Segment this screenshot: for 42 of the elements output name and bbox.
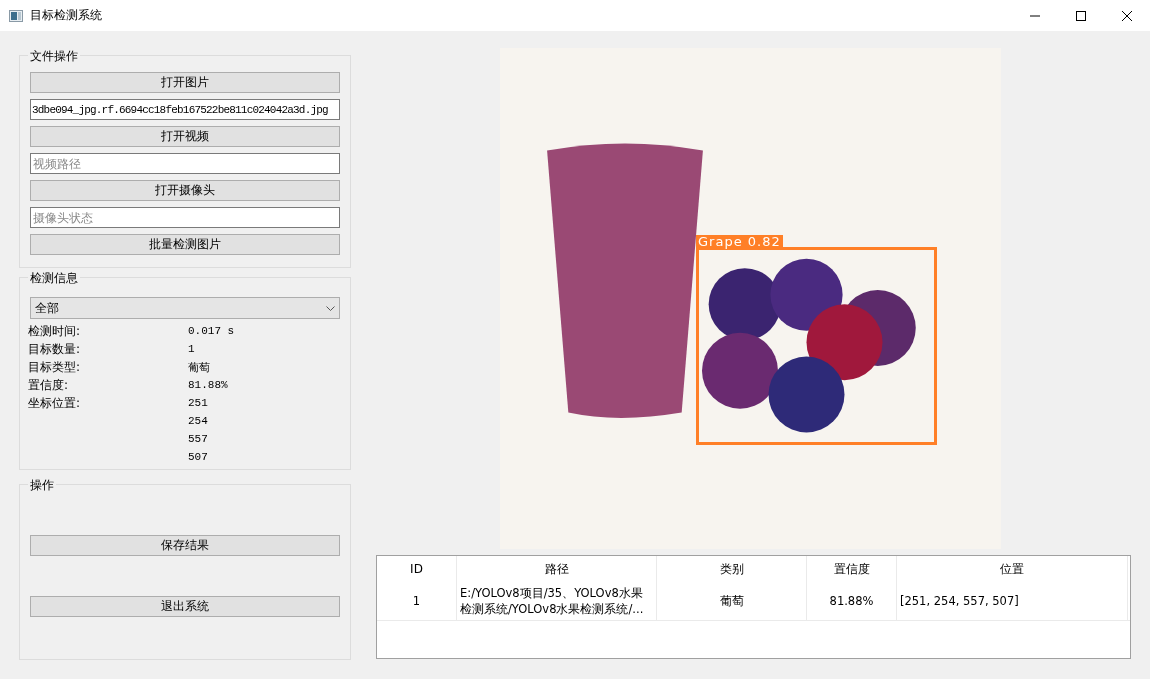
action-button[interactable]: 打开视频 <box>30 126 340 147</box>
info-value: 81.88% <box>188 379 228 391</box>
input-field[interactable]: 摄像头状态 <box>30 207 340 228</box>
table-cell: [251, 254, 557, 507] <box>897 582 1128 620</box>
filter-dropdown[interactable]: 全部 <box>30 297 340 319</box>
info-value: 251 <box>188 397 208 409</box>
column-header: 置信度 <box>807 556 897 582</box>
table-cell: E:/YOLOv8项目/35、YOLOv8水果检测系统/YOLOv8水果检测系统/... <box>457 582 657 620</box>
info-label: 置信度: <box>28 377 69 392</box>
column-header: ID <box>377 556 457 582</box>
table-cell: 葡萄 <box>657 582 807 620</box>
info-label: 目标类型: <box>28 359 81 374</box>
app-icon <box>9 9 23 22</box>
column-header: 位置 <box>897 556 1128 582</box>
info-value: 507 <box>188 451 208 463</box>
info-label: 检测时间: <box>28 323 81 338</box>
maximize-icon[interactable] <box>1076 10 1086 21</box>
info-value: 254 <box>188 415 208 427</box>
chevron-icon <box>326 305 335 311</box>
action-button[interactable]: 批量检测图片 <box>30 234 340 255</box>
info-value: 0.017 s <box>188 325 235 337</box>
info-label: 坐标位置: <box>28 395 81 410</box>
group-title: 文件操作 <box>28 48 80 65</box>
action-button[interactable]: 保存结果 <box>30 535 340 556</box>
column-header: 路径 <box>457 556 657 582</box>
close-icon[interactable] <box>1122 10 1132 21</box>
window-title: 目标检测系统 <box>30 7 102 24</box>
table-cell: 81.88% <box>807 582 897 620</box>
input-field[interactable]: 视频路径 <box>30 153 340 174</box>
action-button[interactable]: 打开图片 <box>30 72 340 93</box>
detection-label: Grape 0.82 <box>696 235 783 248</box>
action-button[interactable]: 退出系统 <box>30 596 340 617</box>
info-value: 557 <box>188 433 208 445</box>
table-cell: 1 <box>377 582 457 620</box>
input-field[interactable]: 3dbe094_jpg.rf.6694cc18feb167522be811c024042a3d.jpg <box>30 99 340 120</box>
info-value: 1 <box>188 343 195 355</box>
info-label: 目标数量: <box>28 341 81 356</box>
info-value: 葡萄 <box>188 360 210 375</box>
group-title: 操作 <box>28 477 56 494</box>
column-header: 类别 <box>657 556 807 582</box>
action-button[interactable]: 打开摄像头 <box>30 180 340 201</box>
group-title: 检测信息 <box>28 270 80 287</box>
